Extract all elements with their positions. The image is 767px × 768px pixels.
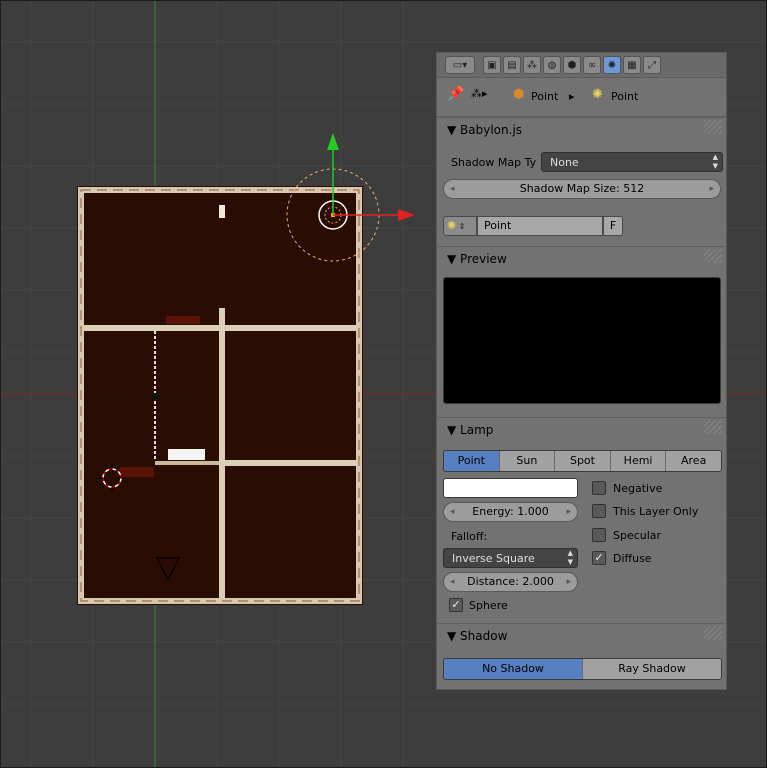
object-cube-icon: ⬢ xyxy=(513,87,525,102)
no-shadow-option[interactable]: No Shadow xyxy=(444,659,583,679)
scene-icon[interactable]: ⁂ xyxy=(523,56,541,74)
this-layer-only-label: This Layer Only xyxy=(613,505,699,518)
lamp-panel-title: Lamp xyxy=(460,423,494,437)
negative-checkbox[interactable] xyxy=(592,481,606,495)
sphere-checkbox[interactable]: ✓ xyxy=(449,598,463,612)
shadow-type-selector: No Shadow Ray Shadow xyxy=(443,658,722,680)
shadow-panel-title: Shadow xyxy=(460,629,508,643)
shadow-panel-toggle[interactable]: ▼ Shadow xyxy=(447,629,507,643)
lamp-color-swatch[interactable] xyxy=(443,478,578,498)
energy-value: Energy: 1.000 xyxy=(472,505,549,518)
dropdown-arrows-icon: ▲ ▼ xyxy=(712,153,718,170)
lamp-data-icon: ✺ xyxy=(592,87,603,102)
falloff-label: Falloff: xyxy=(451,530,488,543)
panel-grip-icon[interactable] xyxy=(704,420,722,434)
properties-editor: ▭▾ ▣ ▤ ⁂ ◍ ⬢ ∞ ✺ ▦ ⤢ 📌 ⁂▸ ⬢ Point ▸ ✺ Po… xyxy=(436,52,727,690)
specular-checkbox[interactable] xyxy=(592,528,606,542)
pin-icon[interactable]: 📌 xyxy=(447,86,464,102)
constraints-icon[interactable]: ∞ xyxy=(583,56,601,74)
fake-user-button[interactable]: F xyxy=(603,216,623,236)
specular-label: Specular xyxy=(613,529,662,542)
diffuse-label: Diffuse xyxy=(613,552,652,565)
render-layers-icon[interactable]: ▤ xyxy=(503,56,521,74)
breadcrumb-separator-icon: ▸ xyxy=(569,90,575,103)
lamp-type-point[interactable]: Point xyxy=(444,451,500,471)
properties-header: ▭▾ ▣ ▤ ⁂ ◍ ⬢ ∞ ✺ ▦ ⤢ xyxy=(437,53,726,78)
distance-value: Distance: 2.000 xyxy=(467,575,554,588)
shadow-panel: ▼ Shadow No Shadow Ray Shadow xyxy=(437,623,726,689)
lamp-panel: ▼ Lamp Point Sun Spot Hemi Area ◂ Energy… xyxy=(437,417,726,623)
decrement-icon[interactable]: ◂ xyxy=(450,573,455,591)
energy-slider[interactable]: ◂ Energy: 1.000 ▸ xyxy=(443,502,578,522)
increment-icon[interactable]: ▸ xyxy=(566,503,571,521)
preview-panel-toggle[interactable]: ▼ Preview xyxy=(447,252,507,266)
decrement-icon[interactable]: ◂ xyxy=(450,180,455,198)
lamp-type-hemi[interactable]: Hemi xyxy=(610,451,667,471)
breadcrumb-object: Point xyxy=(531,90,559,103)
decrement-icon[interactable]: ◂ xyxy=(450,503,455,521)
negative-label: Negative xyxy=(613,482,663,495)
preview-panel: ▼ Preview xyxy=(437,246,726,417)
sphere-label: Sphere xyxy=(469,599,508,612)
babylon-panel-toggle[interactable]: ▼ Babylon.js xyxy=(447,123,522,137)
falloff-dropdown[interactable]: Inverse Square ▲ ▼ xyxy=(443,548,578,568)
render-icon[interactable]: ▣ xyxy=(483,56,501,74)
panel-grip-icon[interactable] xyxy=(704,249,722,263)
breadcrumb: 📌 ⁂▸ ⬢ Point ▸ ✺ Point xyxy=(437,78,726,117)
diffuse-checkbox[interactable]: ✓ xyxy=(592,551,606,565)
lamp-type-spot[interactable]: Spot xyxy=(555,451,611,471)
world-icon[interactable]: ◍ xyxy=(543,56,561,74)
datablock-name-field[interactable]: Point xyxy=(477,216,603,236)
babylon-panel-title: Babylon.js xyxy=(460,123,523,137)
datablock-selector: ✺ ⇕ Point F xyxy=(443,216,625,236)
lamp-type-sun[interactable]: Sun xyxy=(499,451,556,471)
falloff-value: Inverse Square xyxy=(452,552,535,565)
object-icon[interactable]: ⬢ xyxy=(563,56,581,74)
shadow-map-type-label: Shadow Map Ty xyxy=(451,156,537,169)
lamp-type-selector: Point Sun Spot Hemi Area xyxy=(443,450,722,472)
shadow-map-size-slider[interactable]: ◂ Shadow Map Size: 512 ▸ xyxy=(443,179,721,199)
lamp-panel-toggle[interactable]: ▼ Lamp xyxy=(447,423,493,437)
ray-shadow-option[interactable]: Ray Shadow xyxy=(583,659,721,679)
panel-grip-icon[interactable] xyxy=(704,120,722,134)
scene-data-icon: ⁂▸ xyxy=(471,87,488,100)
lamp-type-area[interactable]: Area xyxy=(666,451,721,471)
shadow-map-type-dropdown[interactable]: None ▲ ▼ xyxy=(541,152,723,172)
distance-slider[interactable]: ◂ Distance: 2.000 ▸ xyxy=(443,572,578,592)
babylon-panel: ▼ Babylon.js Shadow Map Ty None ▲ ▼ ◂ Sha… xyxy=(437,117,726,246)
texture-icon[interactable]: ▦ xyxy=(623,56,641,74)
preview-panel-title: Preview xyxy=(460,252,507,266)
increment-icon[interactable]: ▸ xyxy=(709,180,714,198)
modifiers-icon[interactable]: ⤢ xyxy=(643,56,661,74)
shadow-map-type-value: None xyxy=(550,156,579,169)
increment-icon[interactable]: ▸ xyxy=(566,573,571,591)
dropdown-arrows-icon: ▲ ▼ xyxy=(567,549,573,566)
this-layer-only-checkbox[interactable] xyxy=(592,504,606,518)
breadcrumb-lamp-data: Point xyxy=(611,90,639,103)
lamp-datablock-browse-icon[interactable]: ✺ ⇕ xyxy=(443,216,477,236)
object-data-lamp-icon[interactable]: ✺ xyxy=(603,56,621,74)
properties-editor-icon[interactable]: ▭▾ xyxy=(445,56,475,74)
lamp-preview-render xyxy=(443,277,721,404)
shadow-map-size-value: Shadow Map Size: 512 xyxy=(519,182,645,195)
panel-grip-icon[interactable] xyxy=(704,626,722,640)
